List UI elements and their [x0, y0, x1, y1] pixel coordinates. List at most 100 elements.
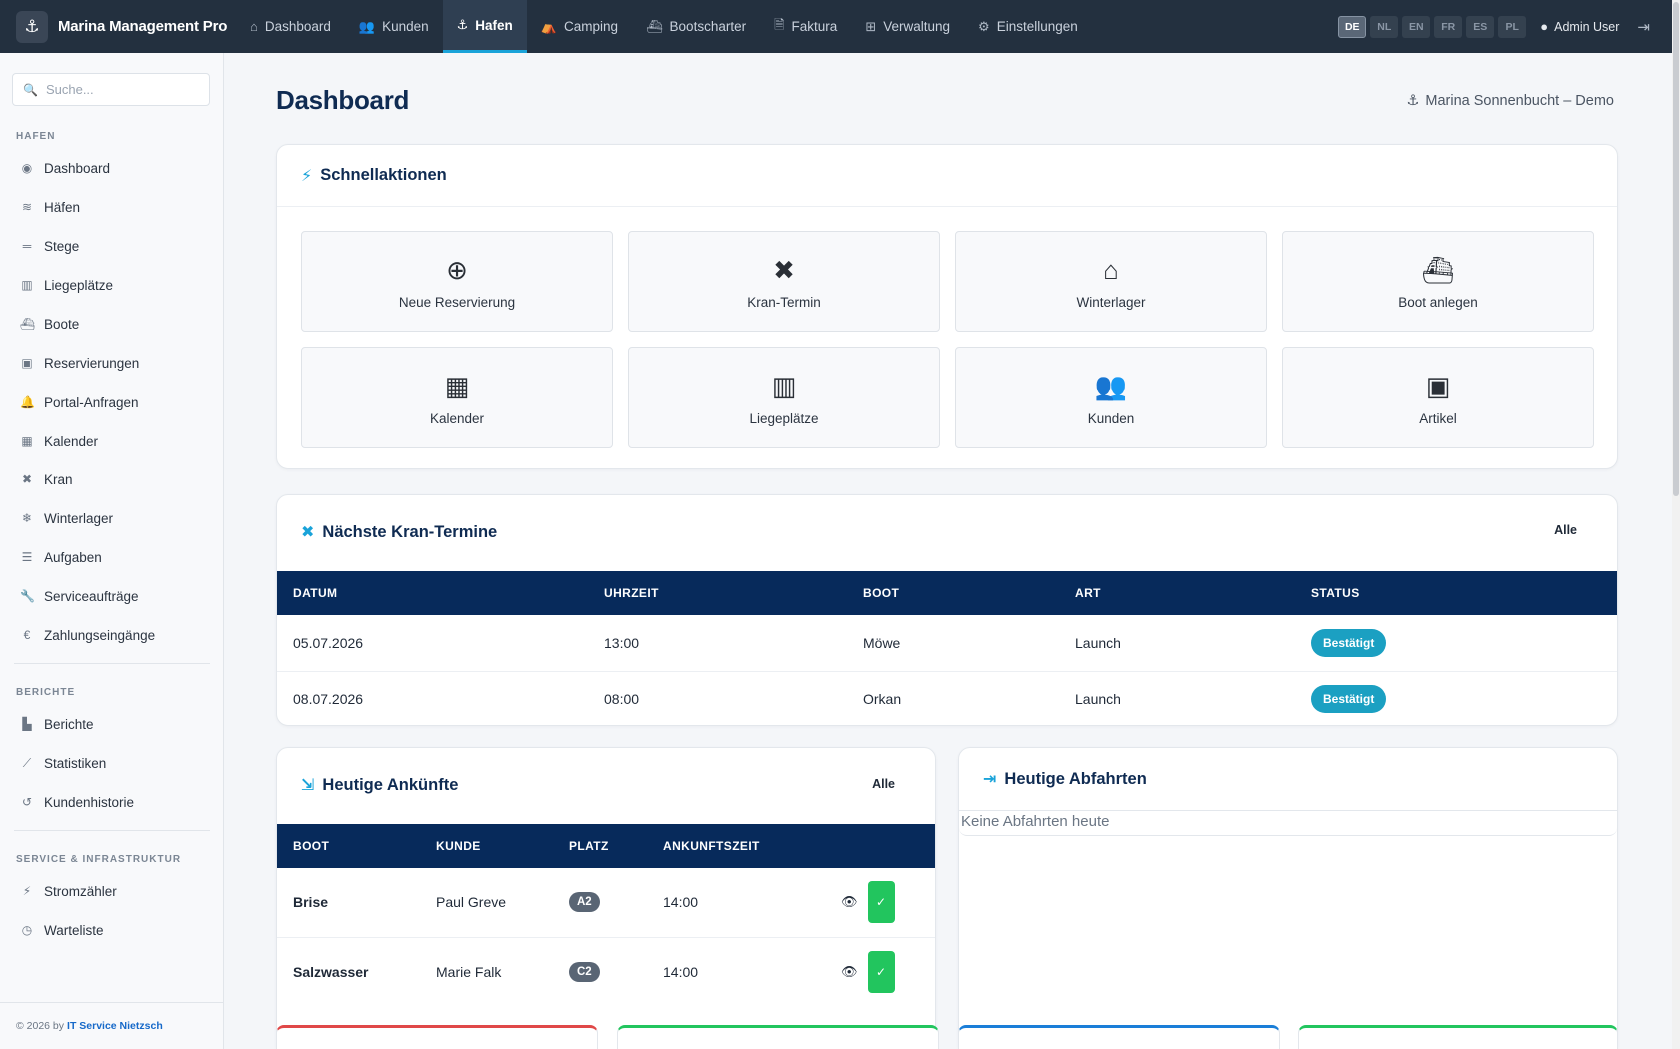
- sidebar-item-serviceauftraege[interactable]: 🔧 Serviceaufträge: [0, 578, 224, 614]
- scrollbar-thumb[interactable]: [1673, 2, 1679, 496]
- top-navbar: ⚓ Marina Management Pro ⌂ Dashboard 👥 Kund…: [0, 0, 1672, 53]
- sidebar-item-label: Liegeplätze: [44, 277, 114, 293]
- sidebar-item-kran[interactable]: ✖ Kran: [0, 461, 224, 497]
- col-boat: BOOT: [863, 586, 900, 600]
- sidebar-item-kalender[interactable]: ▦ Kalender: [0, 423, 224, 459]
- scrollbar[interactable]: [1672, 0, 1680, 1049]
- sidebar-item-label: Portal-Anfragen: [44, 394, 139, 410]
- lang-es[interactable]: ES: [1466, 15, 1495, 38]
- table-row[interactable]: Brise Paul Greve A2 14:00 👁 ✓: [277, 868, 935, 938]
- quick-actions-card: ⚡ Schnellaktionen ⊕ Neue Reservierung ✖ Kr…: [276, 144, 1618, 469]
- table-row[interactable]: 05.07.2026 13:00 Möwe Launch Bestätigt: [277, 615, 1617, 672]
- qa-new-reservation[interactable]: ⊕ Neue Reservierung: [301, 231, 613, 332]
- nav-verwaltung[interactable]: ⊞ Verwaltung: [851, 0, 964, 53]
- calendar-check-icon: ▣: [21, 356, 33, 370]
- lang-en[interactable]: EN: [1402, 15, 1431, 38]
- sidebar-item-liegeplaetze[interactable]: ▥ Liegeplätze: [0, 267, 224, 303]
- place-badge: C2: [569, 961, 600, 982]
- ship-icon: ⛴: [20, 317, 36, 331]
- gauge-icon: ◉: [21, 161, 33, 175]
- sidebar-item-dashboard[interactable]: ◉ Dashboard: [0, 150, 224, 186]
- sidebar-item-winterlager[interactable]: ❄ Winterlager: [0, 500, 224, 536]
- lang-de[interactable]: DE: [1338, 15, 1367, 38]
- sidebar-item-zahlungseingaenge[interactable]: € Zahlungseingänge: [0, 617, 224, 653]
- arrivals-all-link[interactable]: Alle: [872, 777, 895, 791]
- sidebar-item-label: Aufgaben: [44, 549, 102, 565]
- sidebar-item-stege[interactable]: ═ Stege: [0, 228, 224, 264]
- lang-pl[interactable]: PL: [1498, 15, 1527, 38]
- sidebar-item-reservierungen[interactable]: ▣ Reservierungen: [0, 345, 224, 381]
- table-row[interactable]: Salzwasser Marie Falk C2 14:00 👁 ✓: [277, 937, 935, 1006]
- user-menu[interactable]: ● Admin User: [1540, 19, 1619, 34]
- card-title: Nächste Kran-Termine: [322, 522, 498, 541]
- cell-time: 08:00: [604, 691, 640, 708]
- qa-customers[interactable]: 👥 Kunden: [955, 347, 1267, 448]
- warehouse-icon: ⌂: [1103, 254, 1119, 285]
- nav-label: Verwaltung: [883, 19, 951, 34]
- sign-out-icon: ⇥: [983, 771, 997, 788]
- sidebar-item-label: Reservierungen: [44, 355, 140, 371]
- chart-line-icon: ⟋: [22, 755, 32, 770]
- nav-label: Camping: [564, 19, 619, 34]
- footer-copyright: © 2026 by: [16, 1020, 65, 1032]
- qa-add-boat[interactable]: ⛴ Boot anlegen: [1282, 231, 1594, 332]
- history-icon: ↺: [21, 795, 33, 809]
- nav-einstellungen[interactable]: ⚙ Einstellungen: [964, 0, 1092, 53]
- table-header-row: DATUM UHRZEIT BOOT ART STATUS: [277, 571, 1617, 615]
- arrivals-header: ⇲ Heutige Ankünfte: [277, 748, 935, 822]
- lang-fr[interactable]: FR: [1434, 15, 1463, 38]
- qa-label: Liegeplätze: [749, 411, 819, 426]
- sidebar-item-kundenhistorie[interactable]: ↺ Kundenhistorie: [0, 784, 224, 820]
- col-time: UHRZEIT: [604, 586, 659, 600]
- users-icon: 👥: [358, 18, 376, 34]
- sidebar-item-berichte[interactable]: ▙ Berichte: [0, 706, 224, 742]
- footer-link[interactable]: IT Service Nietzsch: [67, 1020, 163, 1032]
- brand[interactable]: ⚓ Marina Management Pro: [0, 0, 236, 53]
- file-icon: 🗎: [774, 16, 785, 32]
- qa-articles[interactable]: ▣ Artikel: [1282, 347, 1594, 448]
- qa-calendar[interactable]: ▦ Kalender: [301, 347, 613, 448]
- lang-nl[interactable]: NL: [1370, 15, 1399, 38]
- nav-bootscharter[interactable]: ⛴ Bootscharter: [632, 0, 760, 53]
- col-actions: [825, 824, 935, 868]
- logout-icon[interactable]: ⇥: [1637, 18, 1650, 36]
- nav-faktura[interactable]: 🗎 Faktura: [760, 0, 851, 53]
- tools-icon: ✖: [301, 524, 315, 541]
- sidebar-item-statistiken[interactable]: ⟋ Statistiken: [0, 745, 224, 781]
- search-input[interactable]: [45, 82, 196, 97]
- sidebar-item-warteliste[interactable]: ◷ Warteliste: [0, 912, 224, 948]
- nav-dashboard[interactable]: ⌂ Dashboard: [236, 0, 345, 53]
- qa-crane-appointment[interactable]: ✖ Kran-Termin: [628, 231, 940, 332]
- sidebar-item-portal-anfragen[interactable]: 🔔 Portal-Anfragen: [0, 384, 224, 420]
- nav-label: Dashboard: [264, 19, 331, 34]
- crane-all-link[interactable]: Alle: [1554, 523, 1577, 537]
- sidebar-item-haefen[interactable]: ≋ Häfen: [0, 189, 224, 225]
- nav-kunden[interactable]: 👥 Kunden: [345, 0, 443, 53]
- check-in-button[interactable]: ✓: [867, 881, 895, 924]
- wrench-icon: 🔧: [20, 589, 35, 603]
- map-icon: ▥: [21, 278, 33, 292]
- qa-winter-storage[interactable]: ⌂ Winterlager: [955, 231, 1267, 332]
- nav-camping[interactable]: ⛺ Camping: [527, 0, 632, 53]
- sidebar-item-stromzaehler[interactable]: ⚡ Stromzähler: [0, 873, 224, 909]
- nav-hafen[interactable]: ⚓ Hafen: [442, 0, 527, 53]
- table-row[interactable]: 08.07.2026 08:00 Orkan Launch Bestätigt: [277, 671, 1617, 725]
- ship-icon: ⛴: [646, 18, 663, 34]
- cell-actions: 👁 ✓: [825, 937, 935, 1006]
- qa-label: Kunden: [1087, 411, 1135, 426]
- eye-icon[interactable]: 👁: [841, 894, 858, 909]
- nav-label: Einstellungen: [996, 19, 1078, 34]
- table-header-row: BOOT KUNDE PLATZ ANKUNFTSZEIT: [277, 824, 935, 868]
- sign-in-icon: ⇲: [301, 777, 315, 794]
- box-icon: ▣: [1425, 370, 1451, 401]
- cell-customer: Paul Greve: [420, 868, 553, 938]
- col-place: PLATZ: [569, 839, 609, 853]
- crane-card: ✖ Nächste Kran-Termine Alle DATUM UHRZEI…: [276, 494, 1618, 726]
- col-date: DATUM: [293, 586, 338, 600]
- qa-berths[interactable]: ▥ Liegeplätze: [628, 347, 940, 448]
- sidebar-item-aufgaben[interactable]: ☰ Aufgaben: [0, 539, 224, 575]
- eye-icon[interactable]: 👁: [841, 964, 858, 979]
- check-in-button[interactable]: ✓: [867, 950, 895, 993]
- sidebar-item-boote[interactable]: ⛴ Boote: [0, 306, 224, 342]
- col-type: ART: [1075, 586, 1101, 600]
